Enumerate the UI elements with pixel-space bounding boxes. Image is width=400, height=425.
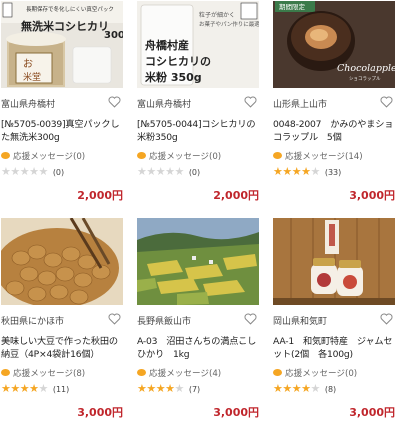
product-image-jam-set[interactable] (273, 218, 395, 305)
cheer-label: 応援メッセージ(0) (285, 369, 358, 379)
rating-stars: ★★★★★ (0) (1, 165, 65, 178)
speech-bubble-icon (1, 152, 10, 159)
svg-text:ショコラップル: ショコラップル (349, 76, 381, 82)
review-count: (11) (52, 385, 70, 394)
svg-text:舟橋村産: 舟橋村産 (145, 38, 189, 52)
product-title[interactable]: 0048-2007 かみのやまショコラップル 5個 (273, 118, 395, 146)
cheer-label: 応援メッセージ(0) (13, 152, 86, 162)
heart-icon[interactable] (380, 313, 393, 325)
heart-icon[interactable] (380, 96, 393, 108)
heart-icon[interactable] (244, 96, 257, 108)
svg-text:米粉 350g: 米粉 350g (144, 70, 202, 84)
svg-text:粒子が細かく: 粒子が細かく (199, 11, 235, 19)
price: 2,000円 (77, 189, 123, 202)
svg-text:お菓子やパン作りに最適: お菓子やパン作りに最適 (199, 20, 259, 28)
review-count: (7) (188, 385, 201, 394)
cheer-message-count: 応援メッセージ(8) (1, 367, 85, 379)
speech-bubble-icon (273, 152, 282, 159)
region-label[interactable]: 富山県舟橋村 (1, 97, 55, 110)
price: 3,000円 (349, 189, 395, 202)
price: 3,000円 (349, 406, 395, 419)
rating-stars: ★★★★★ (7) (137, 382, 201, 395)
product-image-rice[interactable]: 長期保存で冬化しにくい真空パック 無洗米コシヒカリ 300 お 米堂 (1, 1, 123, 88)
region-label[interactable]: 長野県飯山市 (137, 314, 191, 327)
cheer-message-count: 応援メッセージ(0) (273, 367, 357, 379)
svg-text:コシヒカリの: コシヒカリの (145, 55, 211, 68)
price: 3,000円 (77, 406, 123, 419)
cheer-message-count: 応援メッセージ(14) (273, 150, 363, 162)
review-count: (33) (324, 168, 342, 177)
product-title[interactable]: AA-1 和気町特産 ジャムセット(2個 各100g) (273, 335, 395, 363)
product-title[interactable]: [№5705-0044]コシヒカリの米粉350g (137, 118, 259, 146)
product-card[interactable]: 秋田県にかほ市 美味しい大豆で作った秋田の納豆（4P×4袋計16個） 応援メッセ… (1, 218, 123, 419)
price: 2,000円 (213, 189, 259, 202)
svg-text:長期保存で冬化しにくい真空パック: 長期保存で冬化しにくい真空パック (26, 5, 114, 13)
cheer-message-count: 応援メッセージ(4) (137, 367, 221, 379)
cheer-label: 応援メッセージ(14) (285, 152, 363, 162)
cheer-message-count: 応援メッセージ(0) (1, 150, 85, 162)
product-card[interactable]: 岡山県和気町 AA-1 和気町特産 ジャムセット(2個 各100g) 応援メッセ… (273, 218, 395, 419)
speech-bubble-icon (137, 369, 146, 376)
cheer-label: 応援メッセージ(4) (149, 369, 222, 379)
region-label[interactable]: 岡山県和気町 (273, 314, 327, 327)
product-card[interactable]: 粒子が細かく お菓子やパン作りに最適 舟橋村産 コシヒカリの 米粉 350g 富… (137, 1, 259, 202)
region-label[interactable]: 富山県舟橋村 (137, 97, 191, 110)
heart-icon[interactable] (108, 96, 121, 108)
product-card[interactable]: 長期保存で冬化しにくい真空パック 無洗米コシヒカリ 300 お 米堂 富山県舟橋… (1, 1, 123, 202)
svg-text:無洗米コシヒカリ: 無洗米コシヒカリ (21, 19, 109, 33)
review-count: (0) (52, 168, 65, 177)
cheer-message-count: 応援メッセージ(0) (137, 150, 221, 162)
rating-stars: ★★★★★ (0) (137, 165, 201, 178)
product-image-natto[interactable] (1, 218, 123, 305)
svg-text:米堂: 米堂 (23, 71, 41, 83)
review-count: (8) (324, 385, 337, 394)
speech-bubble-icon (1, 369, 10, 376)
speech-bubble-icon (273, 369, 282, 376)
cheer-label: 応援メッセージ(8) (13, 369, 86, 379)
price: 3,000円 (213, 406, 259, 419)
region-label[interactable]: 山形県上山市 (273, 97, 327, 110)
product-image-rice-flour[interactable]: 粒子が細かく お菓子やパン作りに最適 舟橋村産 コシヒカリの 米粉 350g (137, 1, 259, 88)
svg-text:期間限定: 期間限定 (279, 2, 306, 11)
product-grid: 長期保存で冬化しにくい真空パック 無洗米コシヒカリ 300 お 米堂 富山県舟橋… (0, 0, 400, 425)
product-title[interactable]: [№5705-0039]真空パックした無洗米300g (1, 118, 123, 146)
speech-bubble-icon (137, 152, 146, 159)
product-title[interactable]: 美味しい大豆で作った秋田の納豆（4P×4袋計16個） (1, 335, 123, 363)
product-card[interactable]: 期間限定 Chocolapple ショコラップル 山形県上山市 0048-200… (273, 1, 395, 202)
product-image-chocolapple[interactable]: 期間限定 Chocolapple ショコラップル (273, 1, 395, 88)
heart-icon[interactable] (244, 313, 257, 325)
product-image-rice-field[interactable] (137, 218, 259, 305)
region-label[interactable]: 秋田県にかほ市 (1, 314, 64, 327)
product-title[interactable]: A-03 沼田さんちの満点こしひかり 1kg (137, 335, 259, 363)
cheer-label: 応援メッセージ(0) (149, 152, 222, 162)
heart-icon[interactable] (108, 313, 121, 325)
review-count: (0) (188, 168, 201, 177)
svg-text:Chocolapple: Chocolapple (337, 63, 395, 74)
rating-stars: ★★★★★ (8) (273, 382, 337, 395)
product-card[interactable]: 長野県飯山市 A-03 沼田さんちの満点こしひかり 1kg 応援メッセージ(4)… (137, 218, 259, 419)
rating-stars: ★★★★★ (33) (273, 165, 342, 178)
rating-stars: ★★★★★ (11) (1, 382, 70, 395)
svg-text:お: お (23, 58, 33, 70)
svg-text:300: 300 (104, 30, 123, 41)
